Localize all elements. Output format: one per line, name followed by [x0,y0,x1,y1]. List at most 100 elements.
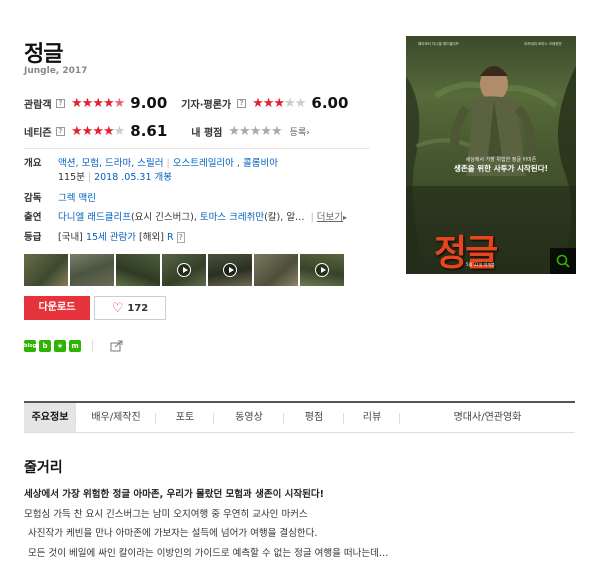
netizen-score: 8.61 [130,122,168,140]
star-icon: ★ [81,95,94,111]
video-thumbnail[interactable] [300,254,344,286]
plot-line: 모든 것이 베일에 싸인 칼이라는 이방인의 가이드로 예측할 수 없는 정글 … [28,548,389,559]
like-count: 172 [127,302,149,314]
still-thumbnail[interactable] [24,254,68,286]
play-icon [223,263,237,277]
social-share-bar: blog b ★ m [24,340,124,352]
tab-2[interactable]: 배우/제작진 [76,403,156,432]
grade-label: 등급 [24,232,42,243]
still-thumbnail[interactable] [70,254,114,286]
grade-overseas-tag: [해외] [139,232,164,243]
help-icon[interactable]: ? [176,232,185,243]
star-icon: ★ [81,123,94,139]
grade-korea-tag: [국내] [58,232,83,243]
plot-line: 사진작가 케빈을 만나 아마존에 가보자는 설득에 넘어가 여행을 결심한다. [28,528,318,539]
star-icon[interactable]: ★ [239,124,251,139]
star-icon: ★ [71,123,83,139]
help-icon[interactable]: ? [56,126,65,136]
movie-poster[interactable]: 해리포터 다니엘 래드클리프 아카데미 토마스 크레취만 세상에서 가장 위험한… [406,36,576,274]
tab-6[interactable]: 리뷰 [344,403,400,432]
cast-row: 출연 다니엘 래드클리프(요시 긴스버그), 토마스 크레취만(칼), 알… |… [24,212,348,223]
my-rating-label: 내 평점 [191,127,223,139]
like-button[interactable]: ♡ 172 [94,296,166,320]
star-icon: ★ [102,123,115,139]
star-icon: ★ [92,95,104,111]
cast-role-2: (칼), [264,212,284,223]
rating-row-audience: 관람객 ? ★ ★ ★ ★ ★ 9.00 기자·평론가 ? ★ ★ ★ ★ ★ 6.00 [24,94,348,112]
download-button[interactable]: 다운로드 [24,296,90,320]
star-icon: ★ [273,95,285,111]
cast-link-1[interactable]: 다니엘 래드클리프 [58,212,131,223]
play-icon [177,263,191,277]
register-rating-link[interactable]: 등록› [290,125,310,138]
bookmark-star-icon[interactable]: ★ [54,340,66,352]
star-icon: ★ [113,123,126,139]
tab-7[interactable]: 명대사/연관영화 [400,403,575,432]
poster-tagline: 세상에서 가장 위험한 정글 아마존 생존을 위한 사투가 시작된다! [446,156,556,174]
director-row: 감독 그렉 맥린 [24,192,96,205]
zoom-icon [556,254,570,268]
netizen-stars: ★ ★ ★ ★ ★ [71,123,126,139]
star-icon[interactable]: ★ [271,124,283,139]
critics-score: 6.00 [311,94,349,112]
video-thumbnail[interactable] [162,254,206,286]
director-link[interactable]: 그렉 맥린 [58,192,96,205]
plot-lead: 세상에서 가장 위험한 정글 아마존, 우리가 몰랐던 모험과 생존이 시작된다… [24,489,324,500]
divider [24,148,370,149]
help-icon[interactable]: ? [56,98,65,108]
more-cast-link[interactable]: 더보기 [317,212,343,223]
director-label: 감독 [24,193,42,204]
star-icon: ★ [92,123,104,139]
info-tabs: 주요정보 배우/제작진 포토 동영상 평점 리뷰 명대사/연관영화 [24,401,575,433]
star-icon: ★ [113,95,126,111]
poster-tagline-line1: 세상에서 가장 위험한 정글 아마존 [465,157,537,163]
tab-1[interactable]: 주요정보 [24,403,76,432]
poster-date: 5월 31일 대개봉 [466,262,495,267]
help-icon[interactable]: ? [237,98,247,108]
star-icon[interactable]: ★ [260,124,272,139]
netizen-label: 네티즌 [24,127,52,139]
overview-label: 개요 [24,158,42,169]
star-icon: ★ [294,95,307,111]
plot-heading: 줄거리 [24,460,63,476]
tab-4[interactable]: 동영상 [214,403,284,432]
tab-3[interactable]: 포토 [156,403,214,432]
my-rating-stars[interactable]: ★ ★ ★ ★ ★ [228,124,283,139]
still-thumbnails [24,254,344,286]
grade-overseas-link[interactable]: R [167,232,174,243]
poster-tagline-line2: 생존을 위한 사투가 시작된다! [453,164,549,173]
runtime: 115분 [58,172,85,183]
critics-stars: ★ ★ ★ ★ ★ [252,95,307,111]
genres-link[interactable]: 액션, 모험, 드라마, 스릴러 [58,158,164,169]
zoom-button[interactable] [550,248,576,274]
tab-5[interactable]: 평점 [284,403,344,432]
cast-role-1: (요시 긴스버그), [130,212,197,223]
star-icon[interactable]: ★ [228,124,240,139]
poster-credit-left: 해리포터 다니엘 래드클리프 [418,42,459,46]
grade-korea-link[interactable]: 15세 관람가 [86,232,136,243]
star-icon[interactable]: ★ [250,124,262,139]
blog-icon[interactable]: blog [24,340,36,352]
star-icon: ★ [102,95,115,111]
more-arrow-icon: ▸ [343,213,348,222]
overview-row: 개요 액션, 모험, 드라마, 스릴러 | 오스트레일리아 , 콜롬비아 [24,158,278,169]
poster-credit-right: 아카데미 토마스 크레취만 [524,42,562,46]
rating-row-netizen: 네티즌 ? ★ ★ ★ ★ ★ 8.61 내 평점 ★ ★ ★ ★ ★ 등록› [24,122,310,140]
release-date-link[interactable]: 2018 .05.31 개봉 [94,172,172,183]
video-thumbnail[interactable] [208,254,252,286]
me-icon[interactable]: m [69,340,81,352]
still-thumbnail[interactable] [254,254,298,286]
cast-link-2[interactable]: 토마스 크레취만 [200,212,264,223]
still-thumbnail[interactable] [116,254,160,286]
critics-label: 기자·평론가 [181,99,232,111]
star-icon: ★ [252,95,264,111]
countries-link[interactable]: 오스트레일리아 , 콜롬비아 [173,158,278,169]
audience-score: 9.00 [130,94,168,112]
audience-label: 관람객 [24,99,52,111]
cast-ellipsis: 알… [286,212,305,223]
band-icon[interactable]: b [39,340,51,352]
star-icon: ★ [284,95,296,111]
share-icon[interactable] [110,340,124,352]
divider [92,340,93,352]
movie-subtitle: Jungle, 2017 [24,66,88,76]
